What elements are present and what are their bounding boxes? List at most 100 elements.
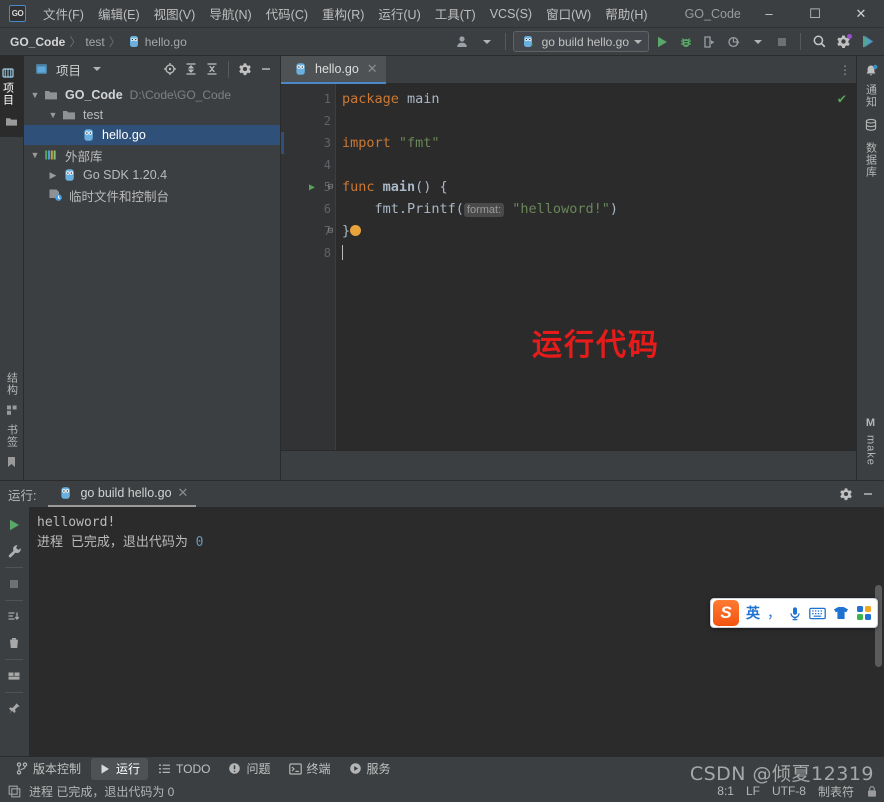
brace-close: } [342, 223, 351, 239]
breadcrumb-project[interactable]: GO_Code [10, 35, 65, 49]
menu-edit[interactable]: 编辑(E) [91, 0, 147, 27]
menu-tools[interactable]: 工具(T) [428, 0, 483, 27]
tree-node-scratches[interactable]: 临时文件和控制台 [24, 185, 280, 205]
chevron-down-icon[interactable]: ▼ [46, 110, 60, 120]
indent-setting[interactable]: 制表符 [818, 783, 854, 800]
apps-icon[interactable] [856, 605, 872, 621]
code-editor[interactable]: 1 2 3 4 5 ▶ ⊟ 6 7 ⊟ 8 ✔ package main imp… [281, 84, 856, 450]
updates-icon[interactable] [856, 31, 878, 53]
menu-refactor[interactable]: 重构(R) [315, 0, 371, 27]
chevron-down-icon[interactable] [747, 31, 769, 53]
chevron-down-icon[interactable] [93, 67, 102, 71]
toolwin-tab-services[interactable]: 服务 [341, 758, 399, 780]
tree-node-external-libraries[interactable]: ▼ 外部库 [24, 145, 280, 165]
mic-icon[interactable] [788, 606, 802, 621]
tree-node-go-code[interactable]: ▼ GO_Code D:\Code\GO_Code [24, 85, 280, 105]
rail-tab-project[interactable]: 项目 [0, 62, 16, 111]
pin-icon[interactable] [2, 697, 26, 721]
more-options-icon[interactable]: ⋮ [834, 56, 856, 84]
intention-bulb-icon[interactable] [350, 225, 362, 236]
skin-icon[interactable] [833, 606, 849, 620]
file-encoding[interactable]: UTF-8 [772, 784, 806, 798]
hide-icon[interactable] [256, 59, 276, 79]
sogou-ime-toolbar[interactable]: S 英 ， [710, 598, 878, 628]
fold-icon[interactable]: ⊟ [328, 226, 333, 236]
toolwin-tab-terminal[interactable]: 终端 [281, 758, 339, 780]
collapse-all-icon[interactable] [202, 59, 222, 79]
settings-icon[interactable] [832, 31, 854, 53]
menu-navigate[interactable]: 导航(N) [202, 0, 258, 27]
chevron-right-icon[interactable]: ▶ [46, 170, 60, 181]
line-number: 4 [323, 158, 331, 172]
run-tab-go-build[interactable]: go build hello.go ✕ [48, 481, 197, 507]
tree-node-hello-go[interactable]: hello.go [24, 125, 280, 145]
run-console[interactable]: helloword! 进程 已完成，退出代码为 0 [28, 507, 884, 756]
wrench-icon[interactable] [2, 539, 26, 563]
profiler-icon[interactable] [723, 31, 745, 53]
layout-icon[interactable] [2, 664, 26, 688]
settings-icon[interactable] [235, 59, 255, 79]
menu-window[interactable]: 窗口(W) [539, 0, 598, 27]
toolwin-tab-run[interactable]: 运行 [91, 757, 149, 780]
expand-all-icon[interactable] [181, 59, 201, 79]
menu-code[interactable]: 代码(C) [259, 0, 315, 27]
code-text-area[interactable]: ✔ package main import "fmt" func main() … [335, 84, 856, 450]
menu-vcs[interactable]: VCS(S) [483, 3, 539, 25]
chevron-down-icon[interactable]: ▼ [28, 150, 42, 160]
search-icon[interactable] [808, 31, 830, 53]
close-button[interactable]: ✕ [838, 0, 884, 28]
tree-node-go-sdk[interactable]: ▶ Go SDK 1.20.4 [24, 165, 280, 185]
sogou-logo-icon[interactable]: S [713, 600, 739, 626]
menu-run[interactable]: 运行(U) [371, 0, 427, 27]
bell-icon[interactable] [864, 62, 878, 80]
run-gutter-icon[interactable]: ▶ [309, 182, 315, 193]
caret-position[interactable]: 8:1 [717, 784, 734, 798]
close-icon[interactable]: ✕ [367, 61, 378, 77]
locate-icon[interactable] [160, 59, 180, 79]
editor-tab-hello-go[interactable]: hello.go ✕ [281, 56, 386, 84]
tree-node-test[interactable]: ▼ test [24, 105, 280, 125]
rail-tab-make[interactable]: make [865, 431, 877, 470]
rerun-icon[interactable] [2, 513, 26, 537]
maximize-button[interactable]: ☐ [792, 0, 838, 28]
database-icon[interactable] [864, 112, 878, 138]
stop-icon[interactable] [771, 31, 793, 53]
scroll-to-end-icon[interactable] [2, 605, 26, 629]
close-icon[interactable]: ✕ [178, 485, 189, 501]
menu-view[interactable]: 视图(V) [147, 0, 203, 27]
run-configuration-selector[interactable]: go build hello.go [512, 31, 649, 52]
copy-icon[interactable] [8, 785, 21, 798]
chevron-down-icon[interactable]: ▼ [28, 90, 42, 100]
toolwin-tab-todo[interactable]: TODO [150, 758, 218, 780]
lock-icon[interactable] [866, 785, 878, 798]
breadcrumb-file[interactable]: hello.go [145, 35, 187, 49]
menu-help[interactable]: 帮助(H) [598, 0, 654, 27]
editor-gutter[interactable]: 1 2 3 4 5 ▶ ⊟ 6 7 ⊟ 8 [281, 84, 335, 450]
rail-tab-structure[interactable]: 结构 [4, 367, 20, 401]
debug-icon[interactable] [675, 31, 697, 53]
rail-tab-commit[interactable] [0, 111, 24, 131]
breadcrumb-folder[interactable]: test [85, 35, 104, 49]
chevron-down-icon[interactable] [476, 31, 498, 53]
run-with-coverage-icon[interactable] [699, 31, 721, 53]
stop-icon[interactable] [2, 572, 26, 596]
run-icon[interactable] [651, 31, 673, 53]
account-icon[interactable] [452, 31, 474, 53]
fold-icon[interactable]: ⊟ [328, 182, 333, 192]
trash-icon[interactable] [2, 631, 26, 655]
rail-tab-database[interactable]: 数据库 [863, 138, 879, 182]
rail-tab-bookmarks[interactable]: 书签 [4, 419, 20, 453]
rail-tab-notifications[interactable]: 通知 [863, 80, 879, 112]
toolwin-tab-problems[interactable]: 问题 [220, 758, 278, 780]
toolwin-tab-vcs[interactable]: 版本控制 [8, 758, 89, 780]
ime-language-mode[interactable]: 英 [746, 603, 760, 623]
hide-icon[interactable] [858, 484, 878, 504]
keyboard-icon[interactable] [809, 607, 826, 620]
ime-punctuation-mode[interactable]: ， [767, 603, 781, 623]
minimize-button[interactable]: – [746, 0, 792, 28]
menu-file[interactable]: 文件(F) [36, 0, 91, 27]
gutter-line: 7 ⊟ [281, 220, 335, 242]
line-separator[interactable]: LF [746, 784, 760, 798]
inspection-status-icon[interactable]: ✔ [838, 91, 846, 107]
settings-icon[interactable] [836, 484, 856, 504]
